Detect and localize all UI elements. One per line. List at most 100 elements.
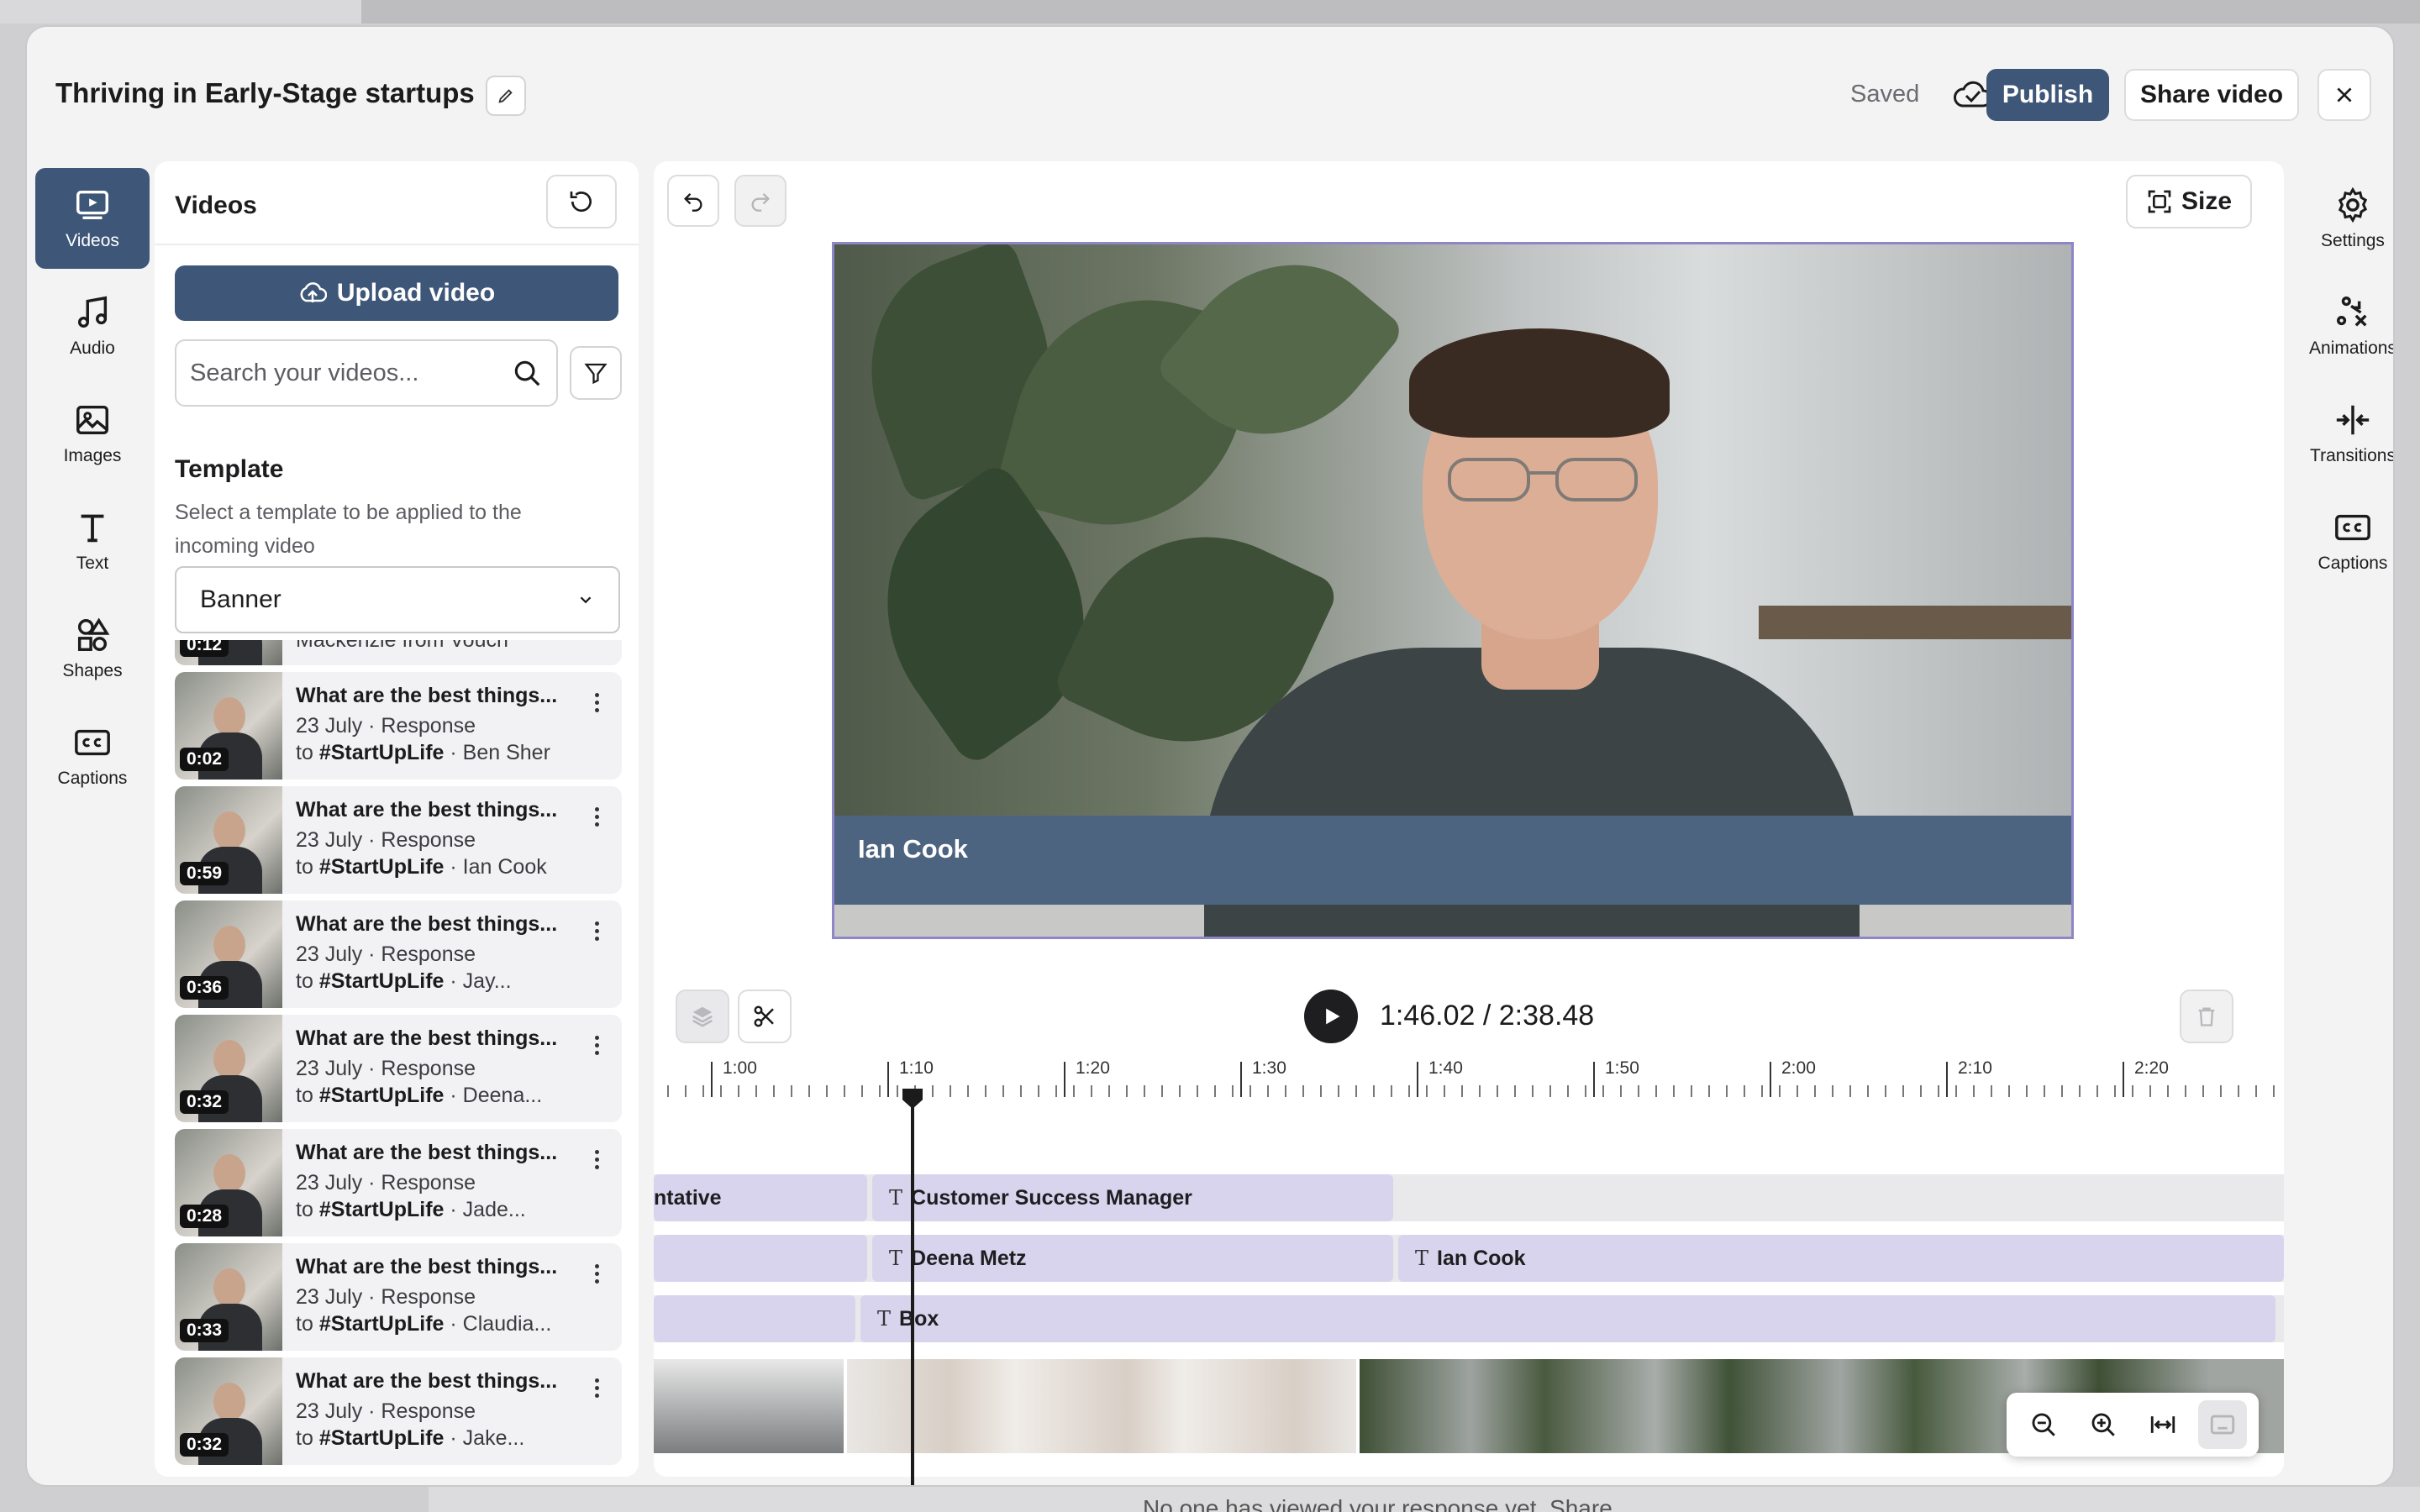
search-input[interactable] [190,359,511,387]
delete-button[interactable] [2180,990,2233,1043]
search-icon[interactable] [511,357,543,389]
template-select[interactable]: Banner [175,566,620,633]
rail-captions-right[interactable]: Captions [2289,491,2393,591]
share-video-button[interactable]: Share video [2124,69,2299,121]
ruler-tick [702,1085,704,1097]
video-recipient: to #StartUpLife · Claudia... [296,1312,551,1336]
filter-button[interactable] [570,346,622,400]
hashtag[interactable]: #StartUpLife [319,1426,445,1450]
play-icon [1326,1008,1340,1025]
music-note-icon [77,296,108,328]
ruler-tick [1408,1085,1410,1097]
zoom-in-button[interactable] [2079,1400,2128,1449]
rail-images[interactable]: Images [35,383,150,484]
more-options-button[interactable] [587,685,607,719]
list-item[interactable]: 0:59 What are the best things... 23 July ·… [175,786,622,894]
rail-captions[interactable]: Captions [35,706,150,806]
hashtag[interactable]: #StartUpLife [319,969,445,993]
list-item[interactable]: 0:32 What are the best things... 23 July ·… [175,1015,622,1122]
cloud-upload-icon [300,282,327,302]
rail-text[interactable]: Text [35,491,150,591]
ruler-tick [1797,1085,1798,1097]
hashtag[interactable]: #StartUpLife [319,1084,445,1107]
editor-modal: Thriving in Early-Stage startups Saved P… [25,25,2395,1487]
video-title: What are the best things... [296,1369,558,1393]
time-ruler[interactable]: 1:001:101:201:301:401:502:002:102:202: [654,1058,2284,1117]
ruler-label: 2:00 [1781,1058,1816,1078]
search-box [175,339,558,407]
person-name: · Ben Sher [450,741,550,764]
text-clip[interactable]: T Ian Cook [1398,1235,2284,1282]
text-clip[interactable] [654,1235,867,1282]
ruler-tick [1179,1085,1181,1097]
scissors-icon [754,1005,774,1027]
playhead[interactable] [911,1090,914,1485]
video-canvas[interactable]: Ian Cook [832,242,2074,939]
more-options-button[interactable] [587,914,607,948]
ruler-tick [1038,1085,1039,1097]
saved-status: Saved [1850,81,1920,108]
shape-clip[interactable]: T Box [860,1295,2275,1342]
list-item[interactable]: 0:36 What are the best things... 23 July ·… [175,900,622,1008]
list-item[interactable]: 0:33 What are the best things... 23 July ·… [175,1243,622,1351]
undo-button[interactable] [667,175,719,227]
zoom-out-button[interactable] [2019,1400,2068,1449]
ruler-tick [1514,1085,1516,1097]
more-options-button[interactable] [587,1257,607,1290]
text-icon: T [889,1247,903,1270]
to-text: to [296,1198,313,1221]
ruler-major-tick [887,1062,889,1097]
hashtag[interactable]: #StartUpLife [319,1198,445,1221]
rail-shapes[interactable]: Shapes [35,598,150,699]
text-clip[interactable]: T Customer Success Manager [872,1174,1393,1221]
ruler-major-tick [1064,1062,1065,1097]
close-icon [2337,87,2352,102]
hashtag[interactable]: #StartUpLife [319,1312,445,1336]
clip-label: ntative [654,1185,722,1210]
ruler-tick [1585,1085,1586,1097]
hashtag[interactable]: #StartUpLife [319,741,445,764]
list-item[interactable]: 0:32 What are the best things... 23 July ·… [175,1357,622,1465]
ruler-tick [1761,1085,1763,1097]
ruler-tick [1532,1085,1534,1097]
video-title: What are the best things... [296,684,558,707]
shape-clip[interactable] [654,1295,855,1342]
rail-settings[interactable]: Settings [2289,168,2393,269]
video-meta: 23 July · Response [296,714,476,738]
publish-button[interactable]: Publish [1986,69,2109,121]
more-options-button[interactable] [587,1371,607,1404]
rail-videos[interactable]: Videos [35,168,150,269]
captions-toggle-button[interactable] [2197,1400,2247,1449]
ruler-tick [1991,1085,1992,1097]
rail-animations[interactable]: Animations [2289,276,2393,376]
more-options-button[interactable] [587,800,607,833]
refresh-button[interactable] [546,175,617,228]
duration-badge: 0:02 [180,748,229,771]
layers-button[interactable] [676,990,729,1043]
to-text: to [296,1426,313,1450]
name-banner[interactable]: Ian Cook [834,816,2071,905]
rail-audio[interactable]: Audio [35,276,150,376]
ruler-tick [1708,1085,1710,1097]
list-item[interactable]: 0:12 Mackenzie from Vouch [175,640,622,665]
text-clip[interactable]: T Deena Metz [872,1235,1393,1282]
close-button[interactable] [2317,69,2371,121]
ruler-major-tick [1240,1062,1242,1097]
list-item[interactable]: 0:02 What are the best things... 23 July ·… [175,672,622,780]
size-button[interactable]: Size [2126,175,2252,228]
edit-title-button[interactable] [486,76,526,116]
more-options-button[interactable] [587,1028,607,1062]
rail-transitions[interactable]: Transitions [2289,383,2393,484]
page-title: Thriving in Early-Stage startups [55,77,475,108]
divider [155,244,639,245]
hashtag[interactable]: #StartUpLife [319,855,445,879]
list-item[interactable]: 0:28 What are the best things... 23 July ·… [175,1129,622,1236]
more-options-button[interactable] [587,1142,607,1176]
redo-button[interactable] [734,175,786,227]
ruler-label: 2:10 [1958,1058,1992,1078]
split-button[interactable] [738,990,792,1043]
upload-video-button[interactable]: Upload video [175,265,618,321]
fit-timeline-button[interactable] [2139,1400,2187,1449]
play-button[interactable] [1304,990,1358,1043]
text-clip[interactable]: ntative [654,1174,867,1221]
